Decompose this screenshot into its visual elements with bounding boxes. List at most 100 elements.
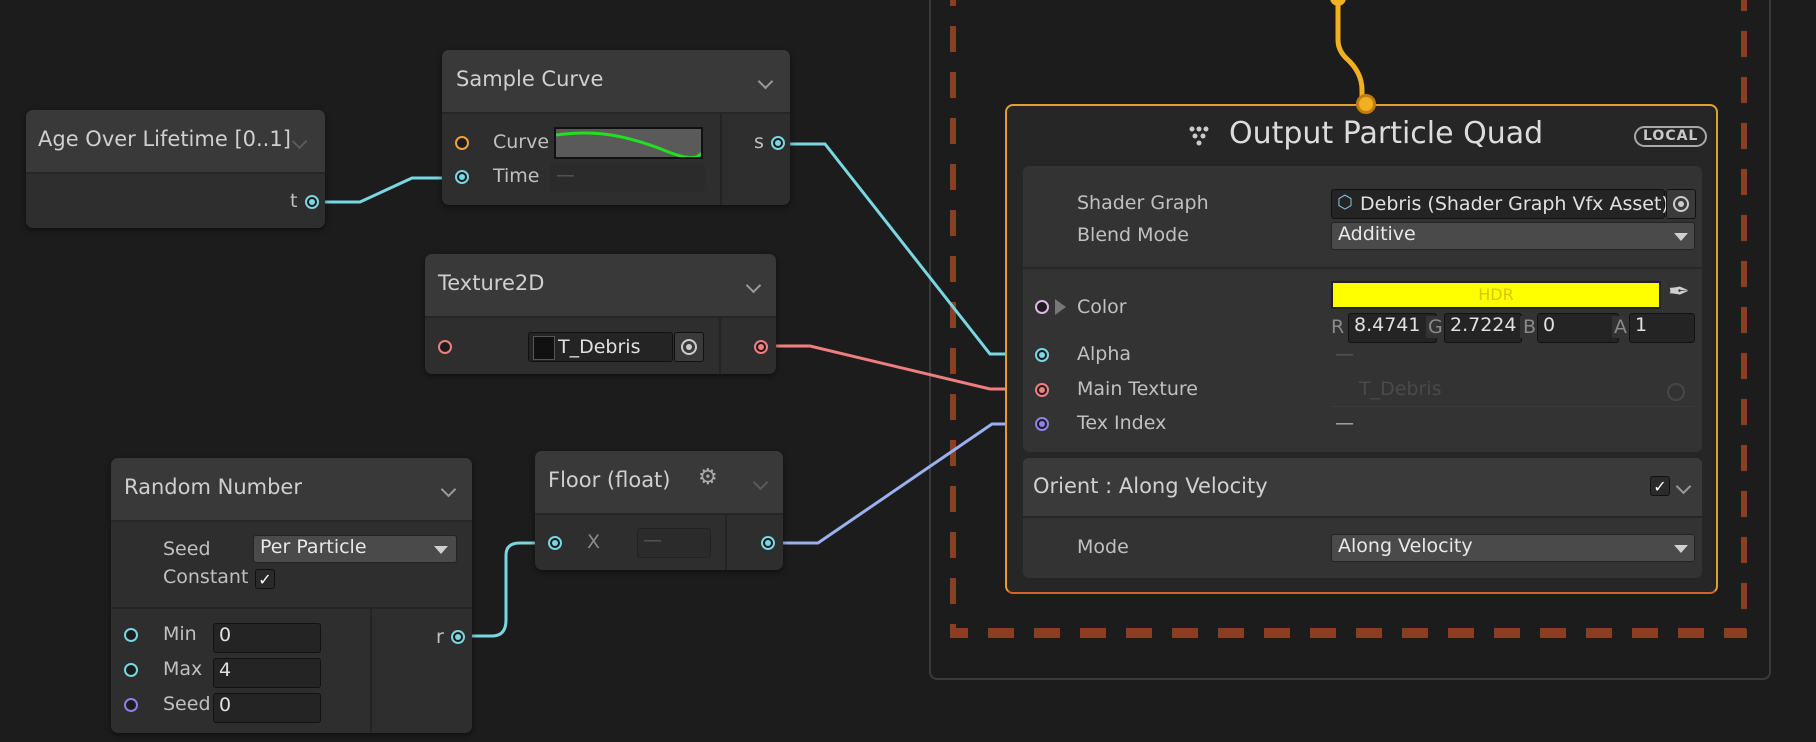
node-title: Sample Curve: [456, 67, 604, 91]
output-port-label: r: [436, 626, 444, 648]
time-field[interactable]: —: [550, 163, 705, 193]
orient-block[interactable]: Orient : Along Velocity ✓ Mode Along Vel…: [1023, 458, 1702, 578]
node-divider: [720, 114, 722, 205]
node-title: Texture2D: [438, 271, 545, 295]
curve-label: Curve: [493, 131, 550, 153]
shader-graph-label: Shader Graph: [1077, 192, 1209, 214]
main-texture-label: Main Texture: [1077, 378, 1198, 400]
x-field[interactable]: —: [637, 528, 711, 558]
g-field[interactable]: 2.7224: [1444, 313, 1522, 343]
object-picker-icon[interactable]: [1666, 189, 1696, 219]
output-port-label: t: [290, 190, 298, 212]
blend-mode-dropdown[interactable]: Additive: [1331, 222, 1695, 250]
texture-name: T_Debris: [558, 336, 641, 358]
max-label: Max: [163, 658, 203, 680]
curve-preview: [555, 131, 703, 159]
object-picker-icon: [1667, 383, 1685, 401]
min-field[interactable]: 0: [213, 623, 321, 653]
floor-node[interactable]: Floor (float) ⚙ X —: [535, 451, 783, 570]
alpha-label: Alpha: [1077, 343, 1132, 365]
seed-mode-value: Per Particle: [260, 536, 367, 558]
section-separator: [111, 607, 472, 609]
output-port[interactable]: [451, 630, 465, 644]
min-label: Min: [163, 623, 197, 645]
chevron-down-icon[interactable]: [291, 133, 308, 150]
a-label: A: [1612, 316, 1629, 338]
r-label: R: [1331, 316, 1345, 338]
block-enabled-checkbox[interactable]: ✓: [1650, 476, 1670, 496]
tex-index-input-port[interactable]: [1035, 417, 1049, 431]
output-port[interactable]: [771, 136, 785, 150]
output-particle-quad-context[interactable]: Output Particle Quad LOCAL Shader Graph …: [1005, 94, 1718, 594]
dropdown-arrow-icon: [1674, 233, 1688, 241]
seed-input-port[interactable]: [124, 698, 138, 712]
shader-graph-asset-icon: ⬡: [1337, 192, 1353, 213]
output-port[interactable]: [761, 536, 775, 550]
max-input-port[interactable]: [124, 663, 138, 677]
age-over-lifetime-node[interactable]: Age Over Lifetime [0..1] t: [26, 110, 325, 228]
min-input-port[interactable]: [124, 628, 138, 642]
texture2d-node[interactable]: Texture2D T_Debris: [425, 254, 776, 374]
chevron-down-icon[interactable]: [440, 481, 457, 498]
constant-label: Constant: [163, 566, 249, 588]
dropdown-arrow-icon: [1674, 545, 1688, 553]
texture-thumbnail: [533, 336, 555, 360]
color-label: Color: [1077, 296, 1127, 318]
g-label: G: [1426, 316, 1445, 338]
blend-mode-label: Blend Mode: [1077, 224, 1189, 246]
alpha-input-port[interactable]: [1035, 348, 1049, 362]
hdr-label: HDR: [1478, 285, 1514, 304]
b-field[interactable]: 0: [1537, 313, 1619, 343]
chevron-down-icon[interactable]: [757, 73, 774, 90]
eyedropper-icon[interactable]: ✒: [1668, 277, 1690, 307]
a-field[interactable]: 1: [1629, 313, 1695, 343]
texture-input-port[interactable]: [438, 340, 452, 354]
flow-input-port[interactable]: [1356, 94, 1376, 114]
tex-index-label: Tex Index: [1077, 412, 1167, 434]
color-input-port[interactable]: [1035, 300, 1049, 314]
node-header[interactable]: Floor (float) ⚙: [535, 451, 783, 515]
gear-icon[interactable]: ⚙: [698, 465, 718, 490]
node-title: Random Number: [124, 475, 302, 499]
seed-field[interactable]: 0: [213, 693, 321, 723]
node-header[interactable]: Age Over Lifetime [0..1]: [26, 110, 325, 174]
sample-curve-node[interactable]: Sample Curve Curve Time — s: [442, 50, 790, 205]
node-header[interactable]: Texture2D: [425, 254, 776, 318]
space-badge[interactable]: LOCAL: [1634, 126, 1708, 147]
node-header[interactable]: Sample Curve: [442, 50, 790, 114]
color-swatch[interactable]: HDR: [1331, 281, 1661, 309]
node-title: Floor (float): [548, 468, 671, 492]
node-title: Age Over Lifetime [0..1]: [38, 127, 291, 151]
object-picker-icon[interactable]: [674, 332, 704, 362]
chevron-down-icon[interactable]: [745, 277, 762, 294]
max-field[interactable]: 4: [213, 658, 321, 688]
tex-index-value: —: [1335, 412, 1354, 434]
seed-label: Seed: [163, 693, 211, 715]
node-divider: [370, 609, 372, 733]
texture-field[interactable]: T_Debris: [528, 332, 673, 362]
mode-dropdown[interactable]: Along Velocity: [1331, 534, 1695, 562]
r-field[interactable]: 8.4741: [1348, 313, 1437, 343]
curve-input-port[interactable]: [455, 136, 469, 150]
chevron-down-icon[interactable]: [752, 474, 769, 491]
x-input-port[interactable]: [548, 536, 562, 550]
section-separator: [1023, 267, 1702, 269]
blend-mode-value: Additive: [1338, 223, 1416, 245]
chevron-down-icon[interactable]: [1675, 478, 1692, 495]
context-title: Output Particle Quad: [1229, 116, 1544, 151]
particle-output-icon: [1189, 126, 1209, 146]
main-texture-input-port[interactable]: [1035, 383, 1049, 397]
output-port[interactable]: [754, 340, 768, 354]
shader-graph-field[interactable]: ⬡ Debris (Shader Graph Vfx Asset): [1331, 189, 1669, 219]
node-header[interactable]: Random Number: [111, 458, 472, 522]
block-header[interactable]: Orient : Along Velocity ✓: [1023, 458, 1702, 518]
curve-field[interactable]: [554, 127, 703, 159]
time-input-port[interactable]: [455, 170, 469, 184]
seed-mode-dropdown[interactable]: Per Particle: [253, 535, 457, 563]
constant-checkbox[interactable]: ✓: [255, 569, 275, 589]
random-number-node[interactable]: Random Number Seed Per Particle Constant…: [111, 458, 472, 733]
node-divider: [725, 515, 727, 570]
alpha-value: —: [1335, 343, 1354, 365]
expand-arrow-icon[interactable]: [1055, 299, 1066, 315]
output-port[interactable]: [305, 195, 319, 209]
